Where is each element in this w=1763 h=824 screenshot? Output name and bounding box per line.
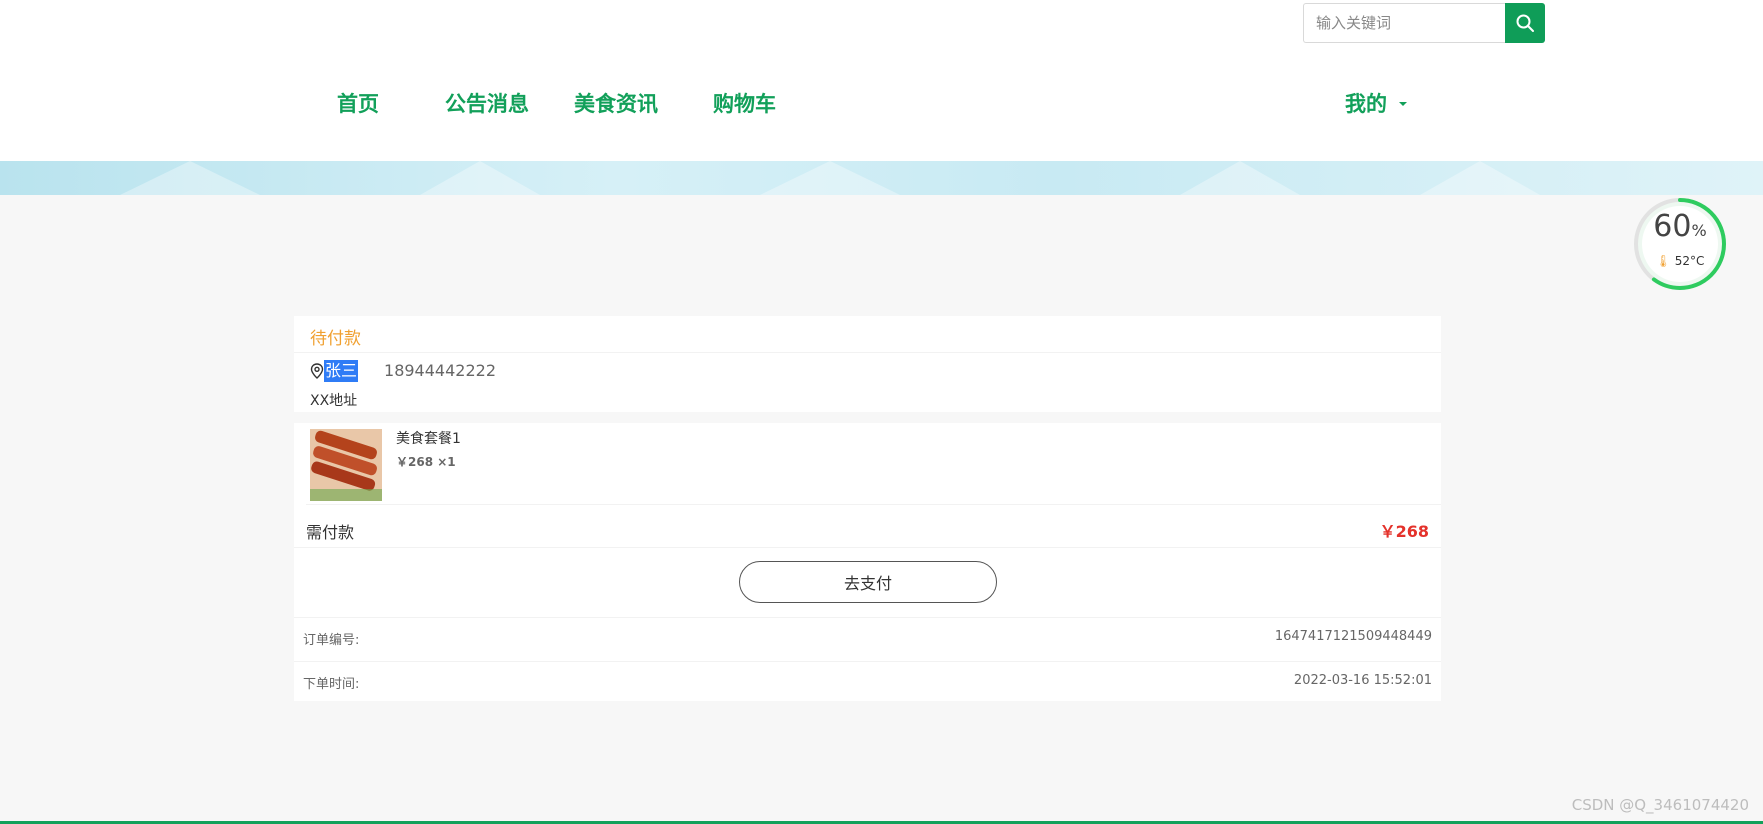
nav-announcements[interactable]: 公告消息 <box>445 88 529 118</box>
pay-button[interactable]: 去支付 <box>739 561 997 603</box>
system-monitor-widget[interactable]: 60% 🌡 52°C <box>1630 194 1730 294</box>
nav-home[interactable]: 首页 <box>337 88 379 118</box>
divider <box>294 661 1441 662</box>
goods-price-qty: ￥268 ×1 <box>396 455 456 469</box>
site-header: 首页 公告消息 美食资讯 购物车 我的 <box>0 0 1763 161</box>
order-status: 待付款 <box>310 329 361 349</box>
temperature-icon: 🌡 <box>1655 254 1671 268</box>
nav-mine-dropdown[interactable]: 我的 <box>1345 88 1407 118</box>
watermark: CSDN @Q_3461074420 <box>1571 796 1749 814</box>
divider <box>294 617 1441 618</box>
receiver-address: XX地址 <box>310 393 358 409</box>
divider <box>294 547 1441 548</box>
goods-thumbnail[interactable] <box>310 429 382 501</box>
search-bar <box>1303 3 1545 43</box>
order-time: 2022-03-16 15:52:01 <box>1293 673 1432 688</box>
nav-mine-label: 我的 <box>1345 92 1387 116</box>
main-nav: 首页 公告消息 美食资讯 购物车 我的 <box>0 88 1763 122</box>
order-time-label: 下单时间: <box>303 677 360 692</box>
order-status-card: 待付款 张三 18944442222 XX地址 <box>294 316 1441 412</box>
pay-label: 需付款 <box>306 523 355 542</box>
divider <box>294 352 1441 353</box>
gauge-temperature: 🌡 52°C <box>1655 254 1705 268</box>
header-banner <box>0 161 1763 195</box>
receiver-phone: 18944442222 <box>384 361 496 380</box>
search-input[interactable] <box>1303 3 1505 43</box>
order-number-label: 订单编号: <box>303 633 360 648</box>
nav-cart[interactable]: 购物车 <box>713 88 776 118</box>
pay-amount: ￥268 <box>1379 522 1429 541</box>
receiver-name: 张三 <box>324 360 359 382</box>
gauge-percent: 60% <box>1653 209 1707 244</box>
location-pin-icon <box>310 363 324 379</box>
nav-food-news[interactable]: 美食资讯 <box>574 88 658 118</box>
order-number: 1647417121509448449 <box>1274 629 1432 644</box>
divider <box>306 504 1441 505</box>
search-button[interactable] <box>1505 3 1545 43</box>
caret-down-icon <box>1399 102 1407 106</box>
banner-pattern <box>120 161 1540 195</box>
search-icon <box>1516 14 1534 32</box>
receiver-row: 张三 18944442222 <box>310 360 496 382</box>
order-goods-card: 美食套餐1 ￥268 ×1 需付款 ￥268 去支付 订单编号: 1647417… <box>294 423 1441 701</box>
goods-name[interactable]: 美食套餐1 <box>396 428 461 448</box>
food-image <box>310 429 382 501</box>
